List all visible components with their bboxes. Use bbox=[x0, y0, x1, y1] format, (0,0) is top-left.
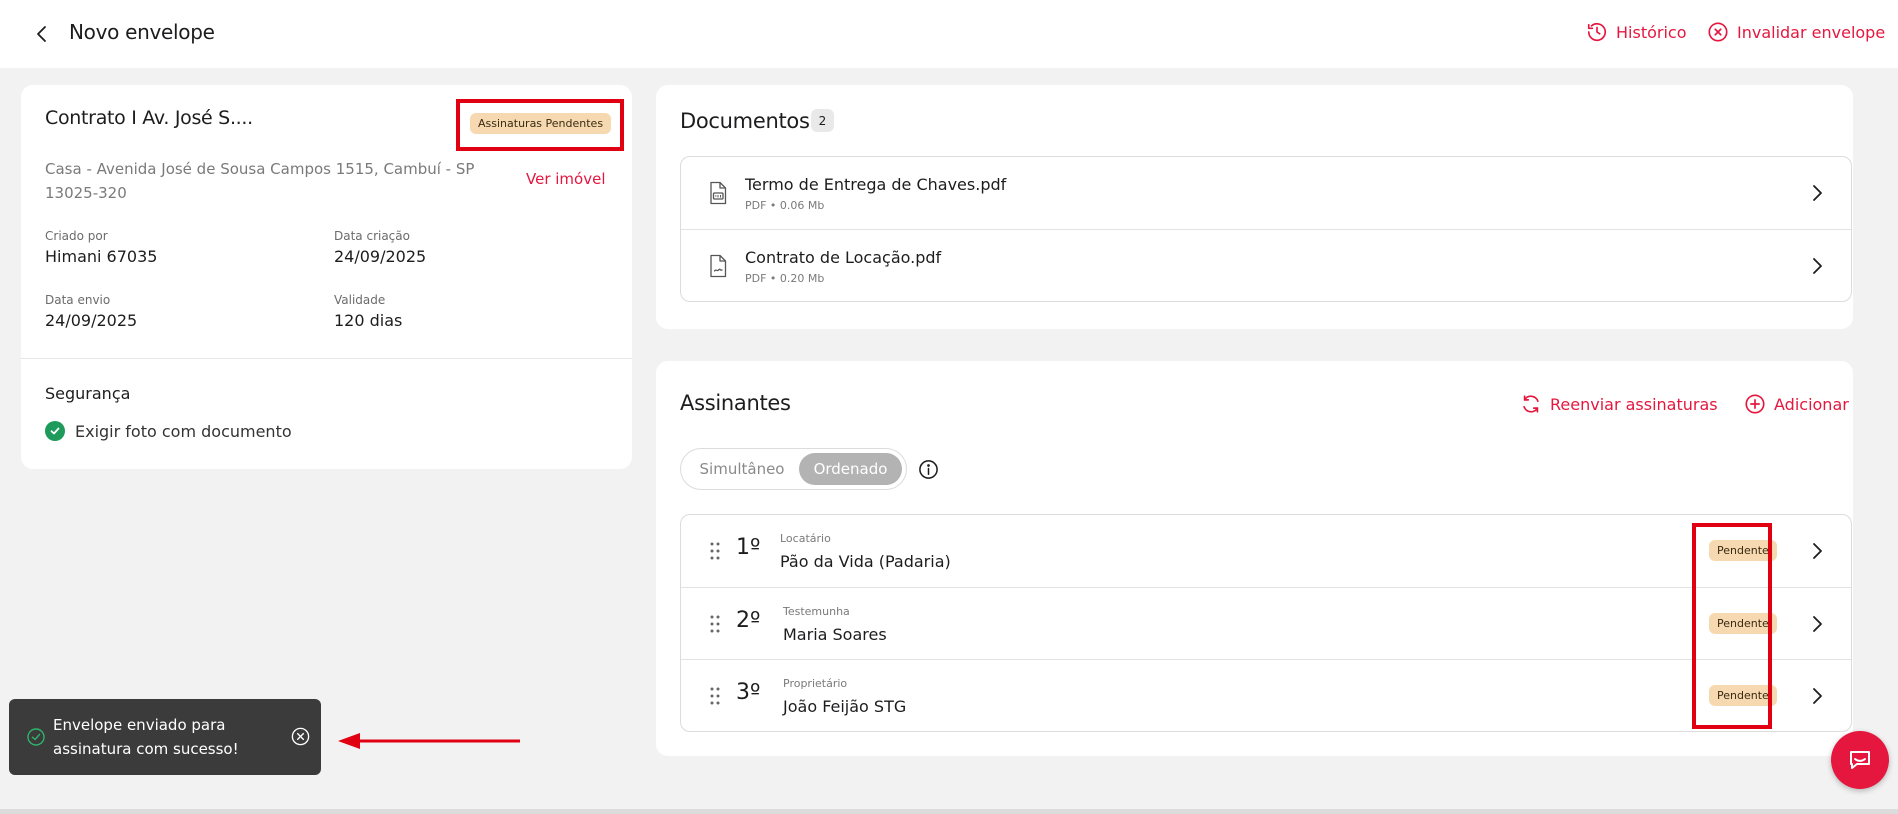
documents-list: Termo de Entrega de Chaves.pdf PDF • 0.0… bbox=[680, 156, 1852, 302]
signers-card: Assinantes Reenviar assinaturas Adiciona… bbox=[656, 361, 1853, 756]
contract-file-icon bbox=[710, 254, 727, 278]
chevron-right-icon[interactable] bbox=[1807, 255, 1827, 277]
drag-handle-icon[interactable] bbox=[709, 541, 721, 561]
signer-role: Proprietário bbox=[783, 677, 848, 690]
plus-circle-icon bbox=[1745, 394, 1765, 414]
document-name: Termo de Entrega de Chaves.pdf bbox=[745, 175, 1007, 194]
close-circle-icon[interactable] bbox=[290, 726, 311, 747]
documents-count-badge: 2 bbox=[811, 109, 834, 132]
add-signer-button[interactable]: Adicionar bbox=[1744, 393, 1849, 415]
chat-icon bbox=[1850, 751, 1870, 769]
info-icon[interactable] bbox=[918, 459, 939, 480]
history-icon bbox=[1587, 23, 1607, 42]
drag-handle-icon[interactable] bbox=[709, 686, 721, 706]
documents-title: Documentos bbox=[680, 109, 810, 133]
chevron-right-icon[interactable] bbox=[1807, 540, 1827, 562]
toast-message: Envelope enviado para assinatura com suc… bbox=[53, 716, 239, 758]
created-by-label: Criado por bbox=[45, 229, 108, 243]
resend-signatures-button[interactable]: Reenviar assinaturas bbox=[1520, 393, 1718, 415]
success-check-icon bbox=[27, 728, 45, 746]
chevron-right-icon[interactable] bbox=[1807, 685, 1827, 707]
invalidate-label: Invalidar envelope bbox=[1737, 22, 1886, 42]
creation-date-label: Data criação bbox=[334, 229, 410, 243]
contract-card: Contrato I Av. José S.... Assinaturas Pe… bbox=[21, 85, 632, 469]
mode-simultaneous-option[interactable]: Simultâneo bbox=[685, 453, 799, 485]
annotation-arrow-icon bbox=[338, 733, 520, 749]
property-address: Casa - Avenida José de Sousa Campos 1515… bbox=[45, 160, 475, 202]
refresh-icon bbox=[1523, 395, 1539, 413]
document-meta: PDF • 0.06 Mb bbox=[745, 199, 825, 212]
created-by-value: Himani 67035 bbox=[45, 247, 158, 266]
status-badge: Assinaturas Pendentes bbox=[470, 113, 612, 134]
signers-title: Assinantes bbox=[680, 391, 791, 415]
documents-card: Documentos 2 Termo de Entrega de Chaves.… bbox=[656, 85, 1853, 329]
signer-order: 1º bbox=[736, 535, 761, 560]
signers-list: 1º Locatário Pão da Vida (Padaria) Pende… bbox=[680, 514, 1852, 732]
creation-date-value: 24/09/2025 bbox=[334, 247, 427, 266]
invalidate-envelope-button[interactable]: Invalidar envelope bbox=[1707, 21, 1885, 43]
signer-row[interactable]: 2º Testemunha Maria Soares Pendente bbox=[681, 587, 1851, 659]
chat-button[interactable] bbox=[1831, 731, 1889, 789]
mode-ordered-option[interactable]: Ordenado bbox=[799, 453, 902, 485]
pdf-file-icon bbox=[710, 181, 727, 205]
security-requirement-label: Exigir foto com documento bbox=[75, 421, 292, 441]
send-date: Data envio 24/09/2025 bbox=[45, 293, 137, 330]
signer-name: Pão da Vida (Padaria) bbox=[780, 552, 951, 571]
security-requirement: Exigir foto com documento bbox=[45, 421, 292, 441]
document-row[interactable]: Termo de Entrega de Chaves.pdf PDF • 0.0… bbox=[681, 157, 1851, 229]
signing-mode-toggle: Simultâneo Ordenado bbox=[680, 448, 907, 490]
send-date-value: 24/09/2025 bbox=[45, 311, 138, 330]
signer-order: 3º bbox=[736, 680, 761, 705]
document-name: Contrato de Locação.pdf bbox=[745, 248, 942, 267]
signer-name: Maria Soares bbox=[783, 625, 887, 644]
signer-role: Testemunha bbox=[783, 605, 850, 618]
check-circle-icon bbox=[45, 421, 65, 441]
created-by: Criado por Himani 67035 bbox=[45, 229, 157, 266]
status-highlight-box bbox=[1692, 523, 1772, 729]
chevron-right-icon[interactable] bbox=[1807, 182, 1827, 204]
chevron-right-icon[interactable] bbox=[1807, 613, 1827, 635]
validity: Validade 120 dias bbox=[334, 293, 402, 330]
validity-value: 120 dias bbox=[334, 311, 403, 330]
send-date-label: Data envio bbox=[45, 293, 111, 307]
validity-label: Validade bbox=[334, 293, 386, 307]
success-toast: Envelope enviado para assinatura com suc… bbox=[9, 699, 321, 775]
signer-row[interactable]: 1º Locatário Pão da Vida (Padaria) Pende… bbox=[681, 515, 1851, 587]
resend-label: Reenviar assinaturas bbox=[1550, 394, 1718, 414]
top-bar: Novo envelope Histórico Invalidar envelo… bbox=[0, 0, 1898, 68]
close-circle-icon bbox=[1708, 22, 1728, 42]
view-property-link[interactable]: Ver imóvel bbox=[526, 170, 606, 188]
add-label: Adicionar bbox=[1774, 394, 1849, 414]
document-meta: PDF • 0.20 Mb bbox=[745, 272, 825, 285]
signer-role: Locatário bbox=[780, 532, 831, 545]
contract-title: Contrato I Av. José S.... bbox=[45, 107, 253, 129]
chevron-left-icon[interactable] bbox=[30, 22, 54, 46]
document-row[interactable]: Contrato de Locação.pdf PDF • 0.20 Mb bbox=[681, 229, 1851, 301]
signer-order: 2º bbox=[736, 608, 761, 633]
page-title: Novo envelope bbox=[69, 20, 215, 44]
history-button[interactable]: Histórico bbox=[1586, 21, 1686, 43]
divider bbox=[21, 358, 632, 359]
creation-date: Data criação 24/09/2025 bbox=[334, 229, 426, 266]
drag-handle-icon[interactable] bbox=[709, 614, 721, 634]
signer-name: João Feijão STG bbox=[783, 697, 907, 716]
security-title: Segurança bbox=[45, 384, 131, 403]
bottom-scroll-edge bbox=[0, 809, 1898, 814]
signer-row[interactable]: 3º Proprietário João Feijão STG Pendente bbox=[681, 659, 1851, 731]
history-label: Histórico bbox=[1616, 22, 1687, 42]
